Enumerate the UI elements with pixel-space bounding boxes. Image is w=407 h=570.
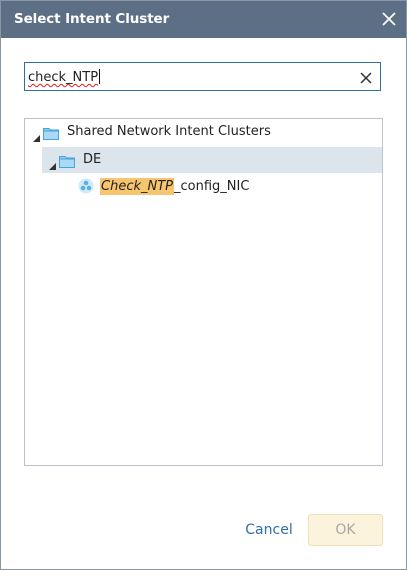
select-intent-cluster-dialog: Select Intent Cluster check_NTP Shared N… — [0, 0, 407, 570]
text-caret — [99, 69, 101, 84]
intent-cluster-tree: Shared Network Intent Clusters DE Check_… — [24, 118, 383, 466]
tree-node-label-rest: _config_NIC — [174, 179, 250, 194]
tree-node-leaf[interactable]: Check_NTP_config_NIC — [25, 174, 382, 200]
expand-toggle-icon[interactable] — [32, 128, 41, 142]
tree-node-label: DE — [83, 152, 102, 167]
tree-node-label: Shared Network Intent Clusters — [67, 124, 271, 139]
cancel-button[interactable]: Cancel — [241, 514, 297, 546]
tree-node-group[interactable]: DE — [42, 147, 382, 173]
intent-cluster-icon — [78, 178, 94, 194]
folder-icon — [43, 125, 59, 140]
expand-toggle-icon[interactable] — [48, 156, 57, 170]
folder-icon — [59, 153, 75, 168]
search-input-value[interactable]: check_NTP — [28, 69, 101, 86]
search-match-highlight: Check_NTP — [100, 178, 174, 195]
clear-icon[interactable] — [359, 70, 373, 84]
tree-node-label: Check_NTP_config_NIC — [100, 178, 250, 195]
search-input[interactable]: check_NTP — [24, 62, 381, 91]
close-icon[interactable] — [378, 8, 400, 30]
ok-button[interactable]: OK — [308, 514, 383, 546]
tree-node-root[interactable]: Shared Network Intent Clusters — [25, 119, 382, 145]
dialog-title: Select Intent Cluster — [14, 11, 170, 27]
dialog-titlebar: Select Intent Cluster — [1, 1, 406, 38]
